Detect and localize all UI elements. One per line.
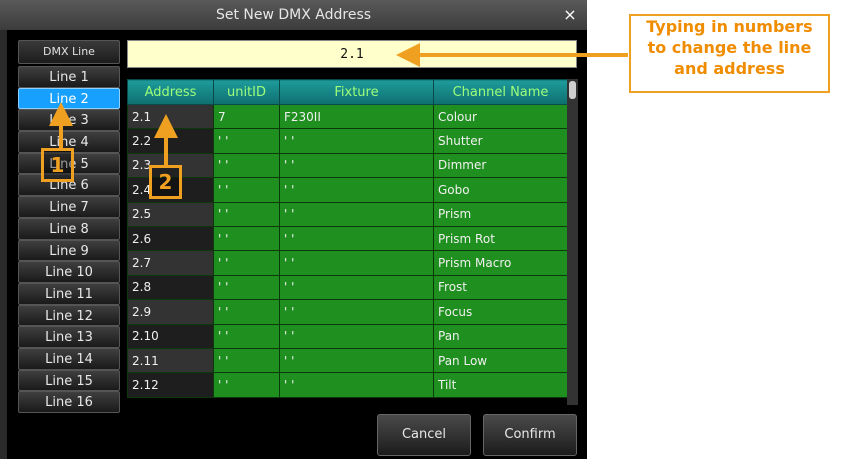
cell-unitid[interactable]: ' ' — [213, 225, 280, 252]
marker-2: 2 — [149, 165, 182, 199]
cell-address[interactable]: 2.6 — [127, 225, 214, 252]
cell-fixture[interactable]: ' ' — [279, 299, 434, 325]
table-row[interactable]: 2.12 ' ' ' ' Tilt — [127, 372, 568, 398]
scrollbar-thumb[interactable] — [569, 81, 576, 99]
column-header-address[interactable]: Address — [127, 79, 214, 105]
cell-channel-name[interactable]: Prism Macro — [433, 250, 568, 276]
line-button-14[interactable]: Line 14 — [18, 347, 120, 370]
cell-channel-name[interactable]: Prism — [433, 201, 568, 227]
cell-fixture[interactable]: ' ' — [279, 372, 434, 398]
cell-address[interactable]: 2.5 — [127, 201, 214, 227]
cell-unitid[interactable]: ' ' — [213, 128, 280, 154]
cell-channel-name[interactable]: Gobo — [433, 177, 568, 203]
line-button-15[interactable]: Line 15 — [18, 369, 120, 392]
close-icon[interactable]: × — [559, 0, 581, 30]
table-row[interactable]: 2.2 ' ' ' ' Shutter — [127, 128, 568, 154]
cell-address[interactable]: 2.1 — [127, 103, 214, 130]
table-row[interactable]: 2.11 ' ' ' ' Pan Low — [127, 347, 568, 374]
cell-unitid[interactable]: ' ' — [213, 323, 280, 349]
cell-fixture[interactable]: ' ' — [279, 128, 434, 154]
dialog-titlebar: Set New DMX Address × — [0, 0, 587, 30]
table-row[interactable]: 2.1 7 F230II Colour — [127, 103, 568, 130]
line-button-13[interactable]: Line 13 — [18, 326, 120, 348]
cell-channel-name[interactable]: Shutter — [433, 128, 568, 154]
table-row[interactable]: 2.7 ' ' ' ' Prism Macro — [127, 250, 568, 276]
line-button-12[interactable]: Line 12 — [18, 304, 120, 327]
cell-address[interactable]: 2.7 — [127, 250, 214, 276]
cell-unitid[interactable]: ' ' — [213, 372, 280, 398]
table-row[interactable]: 2.6 ' ' ' ' Prism Rot — [127, 225, 568, 252]
cell-fixture[interactable]: ' ' — [279, 201, 434, 227]
table-row[interactable]: 2.9 ' ' ' ' Focus — [127, 299, 568, 325]
cell-address[interactable]: 2.10 — [127, 323, 214, 349]
line-button-3[interactable]: Line 3 — [18, 109, 120, 132]
column-header-unitid[interactable]: unitID — [213, 79, 280, 105]
cell-fixture[interactable]: ' ' — [279, 225, 434, 252]
address-input[interactable]: 2.1 — [127, 40, 577, 68]
grid-scrollbar[interactable] — [567, 79, 578, 405]
table-row[interactable]: 2.10 ' ' ' ' Pan — [127, 323, 568, 349]
dmx-line-header: DMX Line — [18, 40, 120, 64]
line-button-11[interactable]: Line 11 — [18, 282, 120, 305]
cell-fixture[interactable]: ' ' — [279, 177, 434, 203]
dmx-line-list: DMX Line Line 1 Line 2 Line 3 Line 4 Line 5L… — [18, 40, 120, 413]
cell-address[interactable]: 2.11 — [127, 347, 214, 374]
callout-line-3: and address — [674, 59, 785, 78]
cell-address[interactable]: 2.8 — [127, 274, 214, 301]
line-button-2[interactable]: Line 2 — [18, 87, 120, 110]
line-button-7[interactable]: Line 7 — [18, 196, 120, 218]
line-button-9[interactable]: Line 9 — [18, 239, 120, 262]
channel-table: Address unitID Fixture Channel Name 2.1 7… — [127, 79, 568, 398]
cell-unitid[interactable]: ' ' — [213, 201, 280, 227]
cell-unitid[interactable]: ' ' — [213, 177, 280, 203]
cell-channel-name[interactable]: Dimmer — [433, 152, 568, 179]
cell-channel-name[interactable]: Tilt — [433, 372, 568, 398]
cell-unitid[interactable]: ' ' — [213, 250, 280, 276]
line-button-16[interactable]: Line 16 — [18, 391, 120, 413]
dialog-title: Set New DMX Address — [215, 7, 372, 23]
cell-channel-name[interactable]: Pan — [433, 323, 568, 349]
cell-channel-name[interactable]: Frost — [433, 274, 568, 301]
annotation-callout: Typing in numbers to change the line and… — [629, 14, 830, 93]
cell-address[interactable]: 2.9 — [127, 299, 214, 325]
cell-address[interactable]: 2.2 — [127, 128, 214, 154]
cell-unitid[interactable]: 7 — [213, 103, 280, 130]
cell-address[interactable]: 2.12 — [127, 372, 214, 398]
column-header-channel-name[interactable]: Channel Name — [433, 79, 568, 105]
column-header-fixture[interactable]: Fixture — [279, 79, 434, 105]
marker-1: 1 — [41, 148, 74, 182]
cell-fixture[interactable]: ' ' — [279, 347, 434, 374]
cell-fixture[interactable]: ' ' — [279, 274, 434, 301]
cell-fixture[interactable]: F230II — [279, 103, 434, 130]
cell-unitid[interactable]: ' ' — [213, 347, 280, 374]
cell-fixture[interactable]: ' ' — [279, 250, 434, 276]
line-button-8[interactable]: Line 8 — [18, 217, 120, 240]
table-row[interactable]: 2.3 ' ' ' ' Dimmer — [127, 152, 568, 179]
cell-unitid[interactable]: ' ' — [213, 274, 280, 301]
table-row[interactable]: 2.8 ' ' ' ' Frost — [127, 274, 568, 301]
cell-channel-name[interactable]: Pan Low — [433, 347, 568, 374]
cell-unitid[interactable]: ' ' — [213, 299, 280, 325]
line-button-1[interactable]: Line 1 — [18, 66, 120, 88]
table-row[interactable]: 2.4 ' ' ' ' Gobo — [127, 177, 568, 203]
dialog-left-border — [0, 30, 7, 459]
cell-channel-name[interactable]: Focus — [433, 299, 568, 325]
set-dmx-address-dialog: Set New DMX Address × DMX Line Line 1 Lin… — [0, 0, 587, 459]
cell-fixture[interactable]: ' ' — [279, 152, 434, 179]
confirm-button[interactable]: Confirm — [483, 414, 577, 456]
cancel-button[interactable]: Cancel — [377, 414, 471, 456]
cell-channel-name[interactable]: Prism Rot — [433, 225, 568, 252]
line-button-10[interactable]: Line 10 — [18, 261, 120, 283]
channel-grid: Address unitID Fixture Channel Name 2.1 7… — [127, 79, 578, 405]
callout-line-2: to change the line — [647, 38, 812, 57]
callout-line-1: Typing in numbers — [646, 17, 813, 36]
cell-channel-name[interactable]: Colour — [433, 103, 568, 130]
cell-fixture[interactable]: ' ' — [279, 323, 434, 349]
cell-unitid[interactable]: ' ' — [213, 152, 280, 179]
table-header-row: Address unitID Fixture Channel Name — [127, 79, 568, 105]
table-row[interactable]: 2.5 ' ' ' ' Prism — [127, 201, 568, 227]
